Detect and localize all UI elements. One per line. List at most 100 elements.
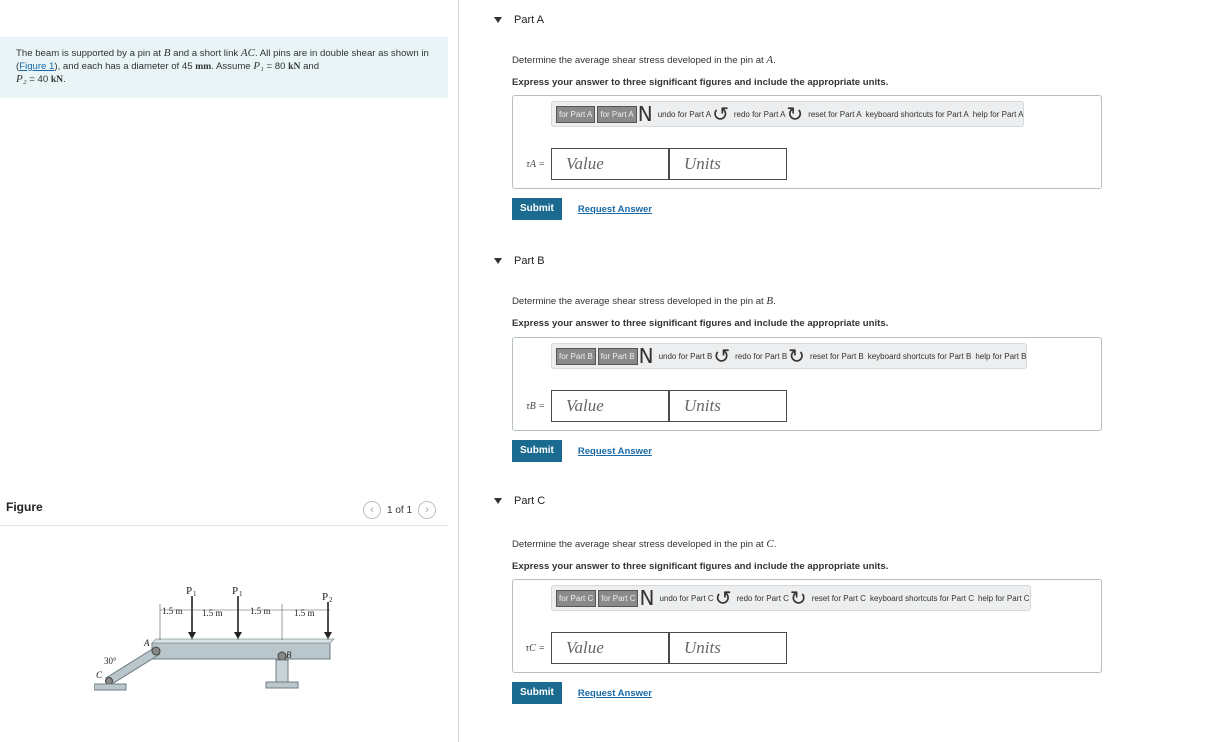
submit-button[interactable]: Submit bbox=[512, 440, 562, 462]
request-answer-link[interactable]: Request Answer bbox=[578, 446, 652, 457]
answer-row: τB = Value Units bbox=[523, 390, 787, 422]
label-p1-sub: 1 bbox=[193, 590, 197, 598]
label-b: B bbox=[286, 650, 292, 660]
var-p1: P₁ bbox=[253, 60, 264, 72]
templates-button[interactable]: for Part C bbox=[556, 589, 597, 607]
question-text: Determine the average shear stress devel… bbox=[512, 538, 777, 550]
part-a: Part A Determine the average shear stres… bbox=[480, 0, 1216, 220]
support-b bbox=[275, 659, 289, 683]
problem-text: The beam is supported by a pin at bbox=[16, 48, 164, 59]
question-text-main: Determine the average shear stress devel… bbox=[512, 539, 767, 550]
equation-toolbar: for Part C for Part C Ν undo for Part C … bbox=[551, 585, 1031, 611]
collapse-triangle-icon[interactable] bbox=[494, 17, 502, 23]
value-input[interactable]: Value bbox=[551, 390, 669, 422]
pin-a bbox=[151, 646, 161, 656]
figure-page-count: 1 of 1 bbox=[387, 504, 413, 516]
keyboard-shortcuts-button[interactable]: keyboard shortcuts for Part C bbox=[870, 594, 974, 603]
keyboard-shortcuts-button[interactable]: keyboard shortcuts for Part B bbox=[868, 352, 972, 361]
problem-text: and a short link bbox=[170, 48, 241, 59]
undo-button[interactable]: undo for Part A bbox=[658, 110, 711, 119]
keyboard-shortcuts-button[interactable]: keyboard shortcuts for Part A bbox=[866, 110, 969, 119]
undo-icon[interactable]: ↺ bbox=[715, 588, 732, 608]
part-c-header[interactable]: Part C bbox=[480, 481, 1216, 521]
vector-icon[interactable]: Ν bbox=[639, 346, 654, 366]
templates-button[interactable]: for Part B bbox=[556, 347, 596, 365]
left-panel: The beam is supported by a pin at B and … bbox=[0, 0, 458, 742]
figure-link[interactable]: Figure 1 bbox=[19, 61, 54, 72]
templates-button[interactable]: for Part C bbox=[598, 589, 639, 607]
link-ac bbox=[105, 647, 161, 685]
unit-mm: mm bbox=[195, 61, 212, 72]
angle-label: 30° bbox=[104, 656, 117, 666]
prev-figure-button[interactable]: ‹ bbox=[363, 501, 381, 519]
redo-button[interactable]: redo for Part C bbox=[736, 594, 788, 603]
instructions-text: Express your answer to three significant… bbox=[512, 318, 889, 329]
units-input[interactable]: Units bbox=[669, 390, 787, 422]
var-p2: P₂ bbox=[16, 73, 27, 85]
problem-text: . bbox=[63, 74, 66, 85]
help-button[interactable]: help for Part C bbox=[978, 594, 1030, 603]
question-text: Determine the average shear stress devel… bbox=[512, 54, 776, 66]
undo-button[interactable]: undo for Part B bbox=[659, 352, 713, 361]
redo-icon[interactable]: ↻ bbox=[788, 346, 805, 366]
dim-label: 1.5 m bbox=[250, 606, 271, 616]
help-button[interactable]: help for Part B bbox=[975, 352, 1026, 361]
templates-button[interactable]: for Part B bbox=[597, 347, 638, 365]
beam-figure: P 1 P 1 P 2 1.5 m 1.5 m 1.5 m 1.5 m 30° … bbox=[94, 585, 335, 691]
label-p1-sub: 1 bbox=[239, 590, 243, 598]
figure-divider bbox=[0, 525, 448, 526]
question-text-main: Determine the average shear stress devel… bbox=[512, 55, 767, 66]
beam-top bbox=[151, 638, 335, 644]
var-ac: AC bbox=[240, 47, 255, 59]
value-input[interactable]: Value bbox=[551, 632, 669, 664]
part-b: Part B Determine the average shear stres… bbox=[480, 241, 1216, 462]
question-text: Determine the average shear stress devel… bbox=[512, 295, 776, 307]
part-title: Part A bbox=[514, 14, 544, 26]
undo-button[interactable]: undo for Part C bbox=[659, 594, 713, 603]
request-answer-link[interactable]: Request Answer bbox=[578, 204, 652, 215]
collapse-triangle-icon[interactable] bbox=[494, 258, 502, 264]
ground-b bbox=[265, 681, 299, 689]
units-input[interactable]: Units bbox=[669, 148, 787, 180]
vector-icon[interactable]: Ν bbox=[639, 588, 654, 608]
submit-button[interactable]: Submit bbox=[512, 682, 562, 704]
equation-toolbar: for Part B for Part B Ν undo for Part B … bbox=[551, 343, 1028, 369]
redo-button[interactable]: redo for Part A bbox=[734, 110, 786, 119]
help-button[interactable]: help for Part A bbox=[973, 110, 1024, 119]
label-p1: P bbox=[232, 585, 238, 597]
problem-text: = 80 bbox=[263, 61, 289, 72]
dim-label: 1.5 m bbox=[162, 606, 183, 616]
label-p2-sub: 2 bbox=[329, 596, 333, 604]
problem-text: . Assume bbox=[211, 61, 254, 72]
answer-box: for Part A for Part A Ν undo for Part A … bbox=[512, 95, 1102, 189]
part-title: Part B bbox=[514, 255, 545, 267]
templates-button[interactable]: for Part A bbox=[597, 105, 637, 123]
next-figure-button[interactable]: › bbox=[418, 501, 437, 519]
reset-button[interactable]: reset for Part C bbox=[812, 594, 866, 603]
unit-kn: kN bbox=[50, 74, 64, 85]
tau-label: τA = bbox=[526, 158, 545, 170]
units-input[interactable]: Units bbox=[669, 632, 787, 664]
panel-divider bbox=[458, 0, 459, 742]
instructions-text: Express your answer to three significant… bbox=[512, 77, 889, 88]
templates-button[interactable]: for Part A bbox=[556, 105, 596, 123]
redo-button[interactable]: redo for Part B bbox=[735, 352, 787, 361]
value-input[interactable]: Value bbox=[551, 148, 669, 180]
undo-icon[interactable]: ↺ bbox=[713, 346, 730, 366]
submit-button[interactable]: Submit bbox=[512, 198, 562, 220]
part-b-header[interactable]: Part B bbox=[480, 241, 1216, 281]
redo-icon[interactable]: ↻ bbox=[790, 588, 807, 608]
redo-icon[interactable]: ↻ bbox=[786, 104, 803, 124]
answer-box: for Part C for Part C Ν undo for Part C … bbox=[512, 579, 1102, 673]
problem-text: ), and each has a diameter of 45 bbox=[54, 61, 196, 72]
reset-button[interactable]: reset for Part A bbox=[808, 110, 861, 119]
reset-button[interactable]: reset for Part B bbox=[810, 352, 864, 361]
question-point: B bbox=[766, 295, 774, 307]
part-a-header[interactable]: Part A bbox=[480, 0, 1216, 40]
label-a: A bbox=[143, 638, 150, 648]
undo-icon[interactable]: ↺ bbox=[712, 104, 729, 124]
vector-icon[interactable]: Ν bbox=[638, 104, 653, 124]
question-point: C bbox=[766, 538, 774, 550]
request-answer-link[interactable]: Request Answer bbox=[578, 688, 652, 699]
collapse-triangle-icon[interactable] bbox=[494, 498, 502, 504]
